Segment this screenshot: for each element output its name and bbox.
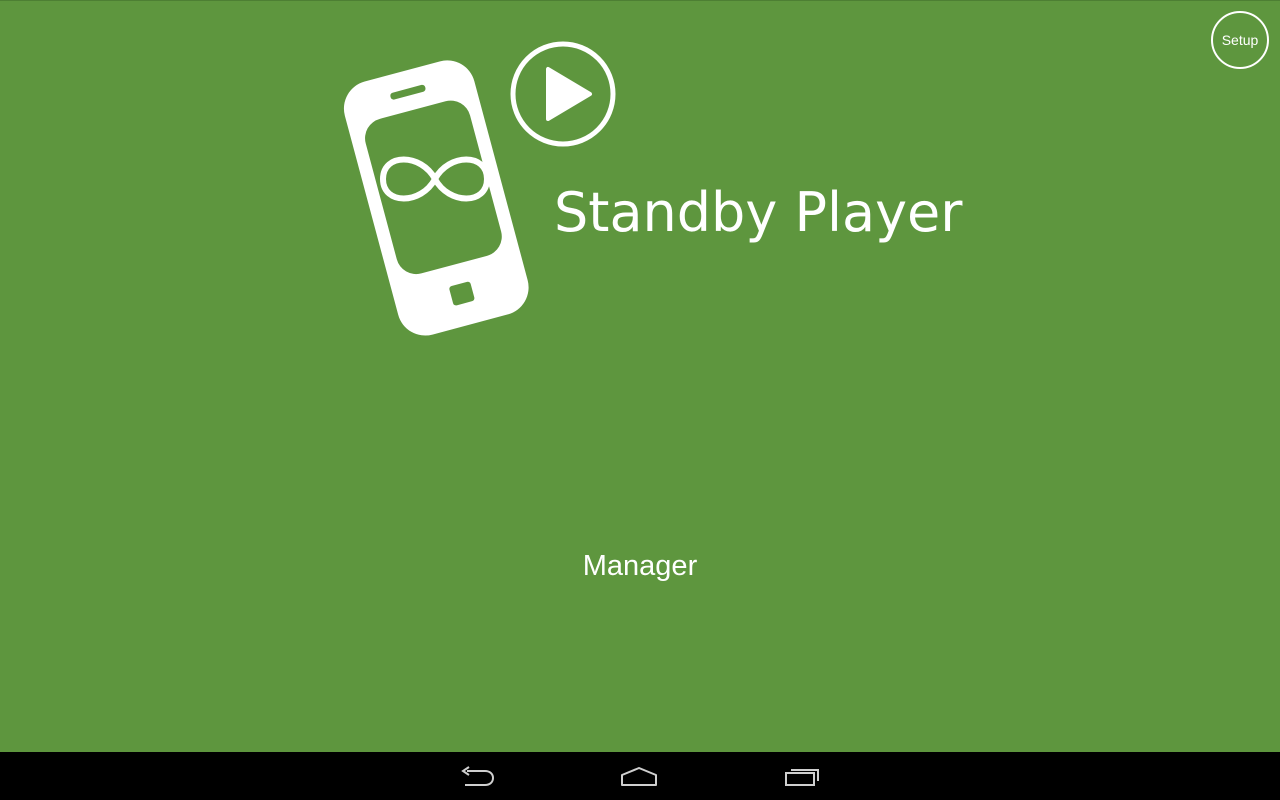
play-circle-icon: [510, 41, 616, 147]
recents-icon: [785, 769, 819, 786]
setup-button-label: Setup: [1221, 32, 1259, 48]
home-icon: [621, 767, 657, 786]
manager-button-label: Manager: [582, 549, 698, 582]
manager-button[interactable]: Manager: [540, 541, 740, 591]
app-screen: Setup Standby Player Manager: [0, 0, 1280, 752]
setup-button[interactable]: Setup: [1211, 11, 1269, 69]
back-button[interactable]: [437, 752, 517, 800]
app-title: Standby Player: [554, 181, 963, 244]
back-icon: [461, 766, 495, 786]
home-button[interactable]: [599, 752, 679, 800]
navigation-bar: [0, 752, 1280, 800]
recents-button[interactable]: [762, 752, 842, 800]
